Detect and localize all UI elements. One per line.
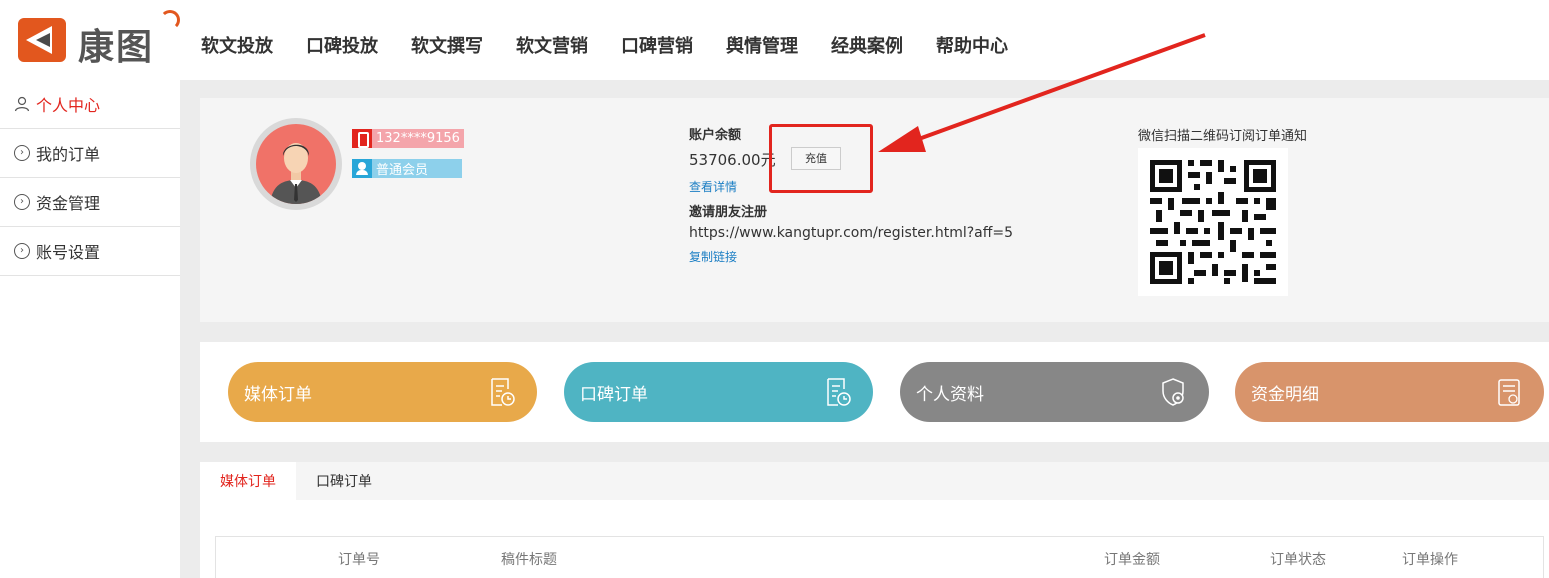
invite-url: https://www.kangtupr.com/register.html?a… <box>689 225 1014 241</box>
view-details-link[interactable]: 查看详情 <box>689 178 737 195</box>
personal-profile-label: 个人资料 <box>916 384 984 405</box>
tab-media-orders[interactable]: 媒体订单 <box>200 462 296 500</box>
main-nav: 软文投放 口碑投放 软文撰写 软文营销 口碑营销 舆情管理 经典案例 帮助中心 <box>201 32 1041 58</box>
sidebar: 个人中心 › 我的订单 › 资金管理 › 账号设置 <box>0 80 180 578</box>
tab-reputation-orders[interactable]: 口碑订单 <box>296 462 392 500</box>
avatar-image <box>256 124 336 204</box>
logo-mark-icon <box>18 18 66 62</box>
order-clock-icon <box>491 378 515 406</box>
order-clock-icon <box>827 378 851 406</box>
sidebar-item-account-settings[interactable]: › 账号设置 <box>0 227 180 276</box>
signal-wave-icon <box>160 10 180 30</box>
quick-actions: 媒体订单 口碑订单 个人资料 资金明细 <box>200 342 1549 442</box>
header: 康图 软文投放 口碑投放 软文撰写 软文营销 口碑营销 舆情管理 经典案例 帮助… <box>0 0 1549 80</box>
nav-item-soft-article-placement[interactable]: 软文投放 <box>201 32 273 58</box>
sidebar-item-my-orders[interactable]: › 我的订单 <box>0 129 180 178</box>
column-article-title: 稿件标题 <box>501 552 557 568</box>
sidebar-item-label: 个人中心 <box>36 96 101 115</box>
sidebar-item-label: 我的订单 <box>36 145 101 164</box>
chevron-right-circle-icon: › <box>14 243 30 259</box>
media-orders-button[interactable]: 媒体订单 <box>228 362 537 422</box>
column-order-actions: 订单操作 <box>1402 552 1458 568</box>
balance-label: 账户余额 <box>689 128 742 143</box>
member-level-badge: 普通会员 <box>352 159 462 178</box>
reputation-orders-label: 口碑订单 <box>580 384 648 405</box>
order-tabs: 媒体订单 口碑订单 <box>200 462 1549 500</box>
orders-table-header: 订单号 稿件标题 订单金额 订单状态 订单操作 <box>215 536 1544 578</box>
nav-item-classic-cases[interactable]: 经典案例 <box>831 32 903 58</box>
nav-item-sentiment-management[interactable]: 舆情管理 <box>726 32 798 58</box>
invite-label: 邀请朋友注册 <box>689 205 768 220</box>
sidebar-item-personal-center[interactable]: 个人中心 <box>0 80 180 129</box>
chevron-right-circle-icon: › <box>14 145 30 161</box>
column-order-amount: 订单金额 <box>1104 552 1160 568</box>
sidebar-item-label: 账号设置 <box>36 243 101 262</box>
orders-section: 媒体订单 口碑订单 订单号 稿件标题 订单金额 订单状态 订单操作 <box>200 462 1549 578</box>
media-orders-label: 媒体订单 <box>244 384 312 405</box>
qr-label: 微信扫描二维码订阅订单通知 <box>1138 129 1308 144</box>
profile-panel: 132****9156 普通会员 账户余额 53706.00元 充值 查看详情 … <box>200 98 1549 322</box>
annotation-highlight-box <box>769 124 873 193</box>
copy-link[interactable]: 复制链接 <box>689 248 737 265</box>
logo-text: 康图 <box>78 27 155 68</box>
user-icon <box>14 96 30 112</box>
qr-code <box>1138 148 1288 296</box>
money-list-icon <box>1498 379 1520 406</box>
nav-item-reputation-placement[interactable]: 口碑投放 <box>306 32 378 58</box>
phone-number: 132****9156 <box>376 131 460 146</box>
reputation-orders-button[interactable]: 口碑订单 <box>564 362 873 422</box>
member-level: 普通会员 <box>376 163 429 178</box>
nav-item-soft-article-writing[interactable]: 软文撰写 <box>411 32 483 58</box>
personal-profile-button[interactable]: 个人资料 <box>900 362 1209 422</box>
nav-item-soft-article-marketing[interactable]: 软文营销 <box>516 32 588 58</box>
sidebar-item-label: 资金管理 <box>36 194 101 213</box>
nav-item-reputation-marketing[interactable]: 口碑营销 <box>621 32 693 58</box>
qr-code-icon <box>1150 160 1276 284</box>
column-order-number: 订单号 <box>338 552 380 568</box>
column-order-status: 订单状态 <box>1270 552 1326 568</box>
businessman-icon <box>270 143 322 204</box>
fund-details-label: 资金明细 <box>1251 384 1319 405</box>
shield-gear-icon <box>1162 378 1184 406</box>
chevron-right-circle-icon: › <box>14 194 30 210</box>
fund-details-button[interactable]: 资金明细 <box>1235 362 1544 422</box>
sidebar-item-fund-management[interactable]: › 资金管理 <box>0 178 180 227</box>
avatar[interactable] <box>250 118 342 210</box>
phone-badge: 132****9156 <box>352 129 464 148</box>
member-icon <box>352 159 372 178</box>
logo[interactable]: 康图 <box>18 10 180 68</box>
balance-value: 53706.00元 <box>689 151 776 169</box>
phone-icon <box>352 129 372 148</box>
nav-item-help-center[interactable]: 帮助中心 <box>936 32 1008 58</box>
